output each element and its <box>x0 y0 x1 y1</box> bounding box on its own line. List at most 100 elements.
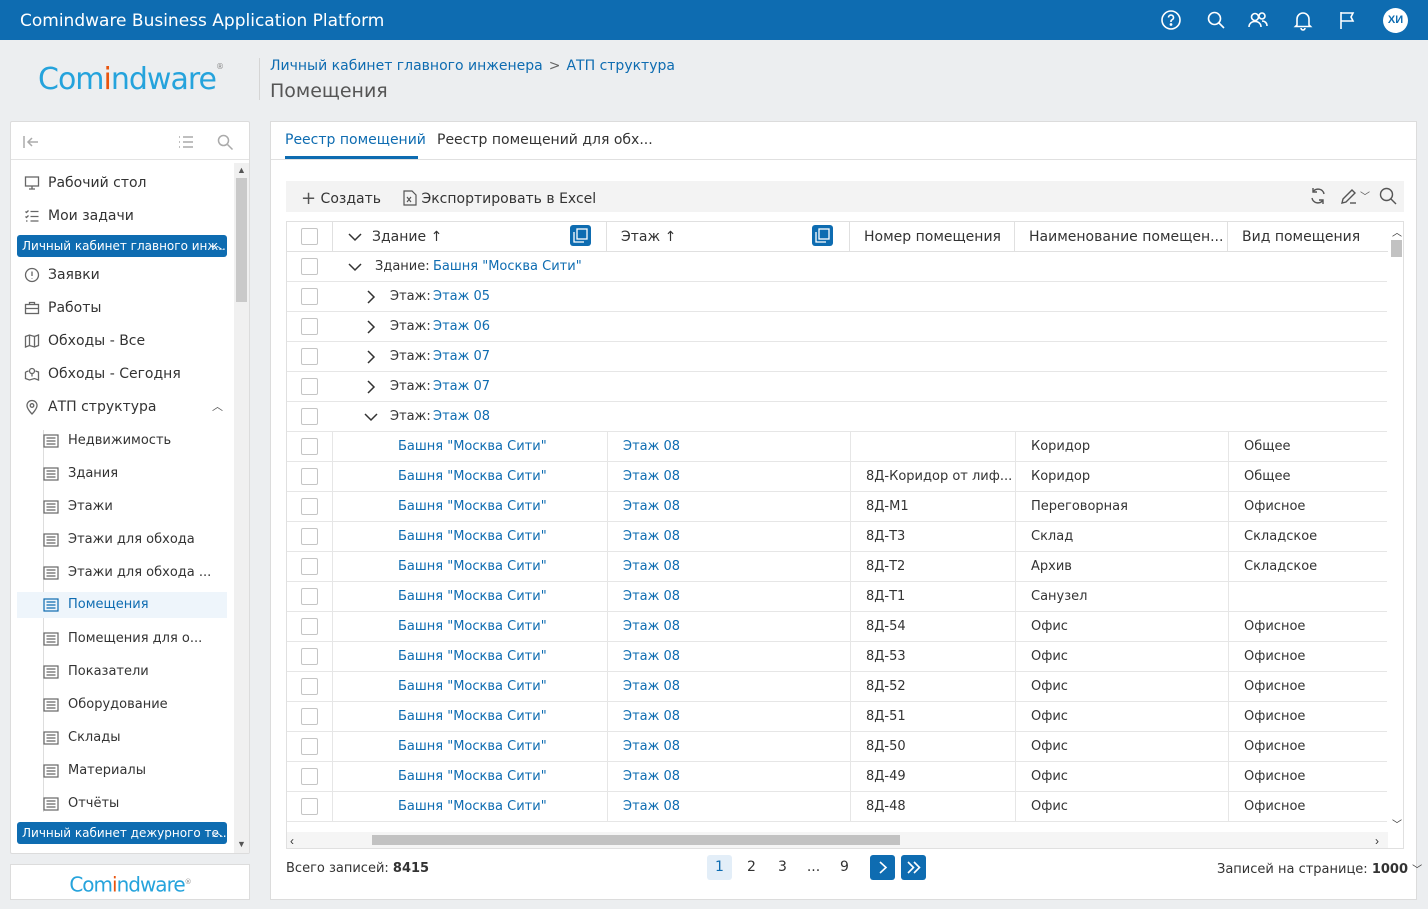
chevron-down-icon[interactable] <box>364 410 378 424</box>
sidebar-subitem-real-estate[interactable]: Недвижимость <box>39 428 227 454</box>
edit-icon[interactable] <box>1339 186 1359 206</box>
sidebar-subitem-rooms[interactable]: Помещения <box>17 592 227 618</box>
group-by-button[interactable] <box>570 225 591 246</box>
sidebar-item-rounds-today[interactable]: Обходы - Сегодня <box>19 361 227 387</box>
floor-link[interactable]: Этаж 08 <box>623 589 680 604</box>
row-checkbox[interactable] <box>301 258 318 275</box>
group-building-link[interactable]: Башня "Москва Сити" <box>433 252 582 282</box>
row-checkbox[interactable] <box>301 588 318 605</box>
building-link[interactable]: Башня "Москва Сити" <box>398 799 547 814</box>
search-icon[interactable] <box>1205 9 1227 31</box>
row-checkbox[interactable] <box>301 378 318 395</box>
floor-link[interactable]: Этаж 08 <box>623 709 680 724</box>
floor-link[interactable]: Этаж 08 <box>623 469 680 484</box>
table-row[interactable]: Башня "Москва Сити" Этаж 08 8Д-53 Офис Офисн… <box>287 642 1387 672</box>
refresh-icon[interactable] <box>1308 186 1328 206</box>
bell-icon[interactable] <box>1292 9 1314 31</box>
row-checkbox[interactable] <box>301 798 318 815</box>
sidebar-item-rounds-all[interactable]: Обходы - Все <box>19 328 227 354</box>
table-row[interactable]: Башня "Москва Сити" Этаж 08 8Д-Коридор от … <box>287 462 1387 492</box>
row-checkbox[interactable] <box>301 348 318 365</box>
grid-vertical-scrollbar[interactable]: ︿ ﹀ <box>1388 222 1403 832</box>
sidebar-subitem-indicators[interactable]: Показатели <box>39 659 227 685</box>
help-icon[interactable] <box>1160 9 1182 31</box>
sidebar-item-desktop[interactable]: Рабочий стол <box>19 170 227 196</box>
breadcrumb-current-link[interactable]: АТП структура <box>566 58 675 74</box>
floor-link[interactable]: Этаж 08 <box>623 619 680 634</box>
sidebar-subitem-floors-rounds-2[interactable]: Этажи для обхода ... <box>39 560 227 586</box>
building-link[interactable]: Башня "Москва Сити" <box>398 589 547 604</box>
sidebar-group-duty-engineer[interactable]: Личный кабинет дежурного те... ︿ <box>17 822 227 844</box>
table-row[interactable]: Башня "Москва Сити" Этаж 08 8Д-49 Офис Офисн… <box>287 762 1387 792</box>
create-button[interactable]: + Создать <box>301 187 381 209</box>
sidebar-subitem-floors-rounds[interactable]: Этажи для обхода <box>39 527 227 553</box>
row-checkbox[interactable] <box>301 558 318 575</box>
group-floor-link[interactable]: Этаж 08 <box>433 402 490 432</box>
floor-link[interactable]: Этаж 08 <box>623 499 680 514</box>
building-link[interactable]: Башня "Москва Сити" <box>398 559 547 574</box>
building-link[interactable]: Башня "Москва Сити" <box>398 709 547 724</box>
table-row[interactable]: Башня "Москва Сити" Этаж 08 8Д-52 Офис Офисн… <box>287 672 1387 702</box>
table-row[interactable]: Башня "Москва Сити" Этаж 08 Коридор Общее <box>287 432 1387 462</box>
row-checkbox[interactable] <box>301 318 318 335</box>
group-floor-link[interactable]: Этаж 06 <box>433 312 490 342</box>
row-checkbox[interactable] <box>301 738 318 755</box>
building-link[interactable]: Башня "Москва Сити" <box>398 679 547 694</box>
building-link[interactable]: Башня "Москва Сити" <box>398 529 547 544</box>
sidebar-search-icon[interactable] <box>216 133 234 151</box>
scroll-down-arrow-icon[interactable]: ▼ <box>237 839 246 849</box>
group-floor-link[interactable]: Этаж 07 <box>433 372 490 402</box>
table-row[interactable]: Башня "Москва Сити" Этаж 08 8Д-48 Офис Офисн… <box>287 792 1387 822</box>
chevron-down-icon[interactable] <box>348 230 362 244</box>
group-row-floor[interactable]: Этаж: Этаж 07 <box>287 342 1387 372</box>
tab-rooms-registry[interactable]: Реестр помещений <box>285 132 426 148</box>
table-row[interactable]: Башня "Москва Сити" Этаж 08 8Д-51 Офис Офисн… <box>287 702 1387 732</box>
chevron-right-icon[interactable] <box>364 290 378 304</box>
table-row[interactable]: Башня "Москва Сити" Этаж 08 8Д-54 Офис Офисн… <box>287 612 1387 642</box>
scroll-up-arrow-icon[interactable]: ︿ <box>1392 224 1402 239</box>
export-excel-button[interactable]: Экспортировать в Excel <box>403 187 596 207</box>
next-page-button[interactable] <box>870 855 895 880</box>
floor-link[interactable]: Этаж 08 <box>623 769 680 784</box>
collapse-sidebar-icon[interactable] <box>22 133 40 151</box>
row-checkbox[interactable] <box>301 288 318 305</box>
sidebar-item-atp-structure[interactable]: АТП структура ︿ <box>19 394 227 420</box>
sidebar-subitem-buildings[interactable]: Здания <box>39 461 227 487</box>
chevron-down-icon[interactable] <box>348 260 362 274</box>
floor-link[interactable]: Этаж 08 <box>623 799 680 814</box>
sidebar-subitem-rooms-rounds[interactable]: Помещения для о... <box>39 626 227 652</box>
sidebar-subitem-equipment[interactable]: Оборудование <box>39 692 227 718</box>
sidebar-subitem-reports[interactable]: Отчёты <box>39 791 227 817</box>
row-checkbox[interactable] <box>301 708 318 725</box>
grid-horizontal-scrollbar[interactable]: ‹ › <box>287 832 1388 848</box>
avatar[interactable]: ХИ <box>1383 8 1408 33</box>
sidebar-scroll-thumb[interactable] <box>236 178 247 302</box>
scroll-down-arrow-icon[interactable]: ﹀ <box>1392 816 1402 831</box>
floor-link[interactable]: Этаж 08 <box>623 679 680 694</box>
sidebar-subitem-materials[interactable]: Материалы <box>39 758 227 784</box>
page-1-button[interactable]: 1 <box>707 855 732 880</box>
column-header-floor[interactable]: Этаж ↑ <box>607 222 850 252</box>
group-row-building[interactable]: Здание: Башня "Москва Сити" <box>287 252 1387 282</box>
breadcrumb-parent-link[interactable]: Личный кабинет главного инженера <box>270 58 543 74</box>
group-row-floor[interactable]: Этаж: Этаж 07 <box>287 372 1387 402</box>
scroll-right-arrow-icon[interactable]: › <box>1375 834 1379 848</box>
group-row-floor-expanded[interactable]: Этаж: Этаж 08 <box>287 402 1387 432</box>
select-all-checkbox[interactable] <box>301 228 318 245</box>
sidebar-scrollbar[interactable]: ▲ ▼ <box>234 163 249 853</box>
building-link[interactable]: Башня "Москва Сити" <box>398 469 547 484</box>
building-link[interactable]: Башня "Москва Сити" <box>398 619 547 634</box>
vertical-scroll-thumb[interactable] <box>1391 240 1402 257</box>
row-checkbox[interactable] <box>301 768 318 785</box>
row-checkbox[interactable] <box>301 678 318 695</box>
building-link[interactable]: Башня "Москва Сити" <box>398 439 547 454</box>
column-header-building[interactable]: Здание ↑ <box>333 222 607 252</box>
horizontal-scroll-thumb[interactable] <box>372 835 900 845</box>
group-by-button[interactable] <box>812 225 833 246</box>
row-checkbox[interactable] <box>301 528 318 545</box>
column-header-room-name[interactable]: Наименование помещен... <box>1015 222 1228 252</box>
row-checkbox[interactable] <box>301 618 318 635</box>
floor-link[interactable]: Этаж 08 <box>623 649 680 664</box>
group-floor-link[interactable]: Этаж 07 <box>433 342 490 372</box>
table-row[interactable]: Башня "Москва Сити" Этаж 08 8Д-50 Офис Офисн… <box>287 732 1387 762</box>
